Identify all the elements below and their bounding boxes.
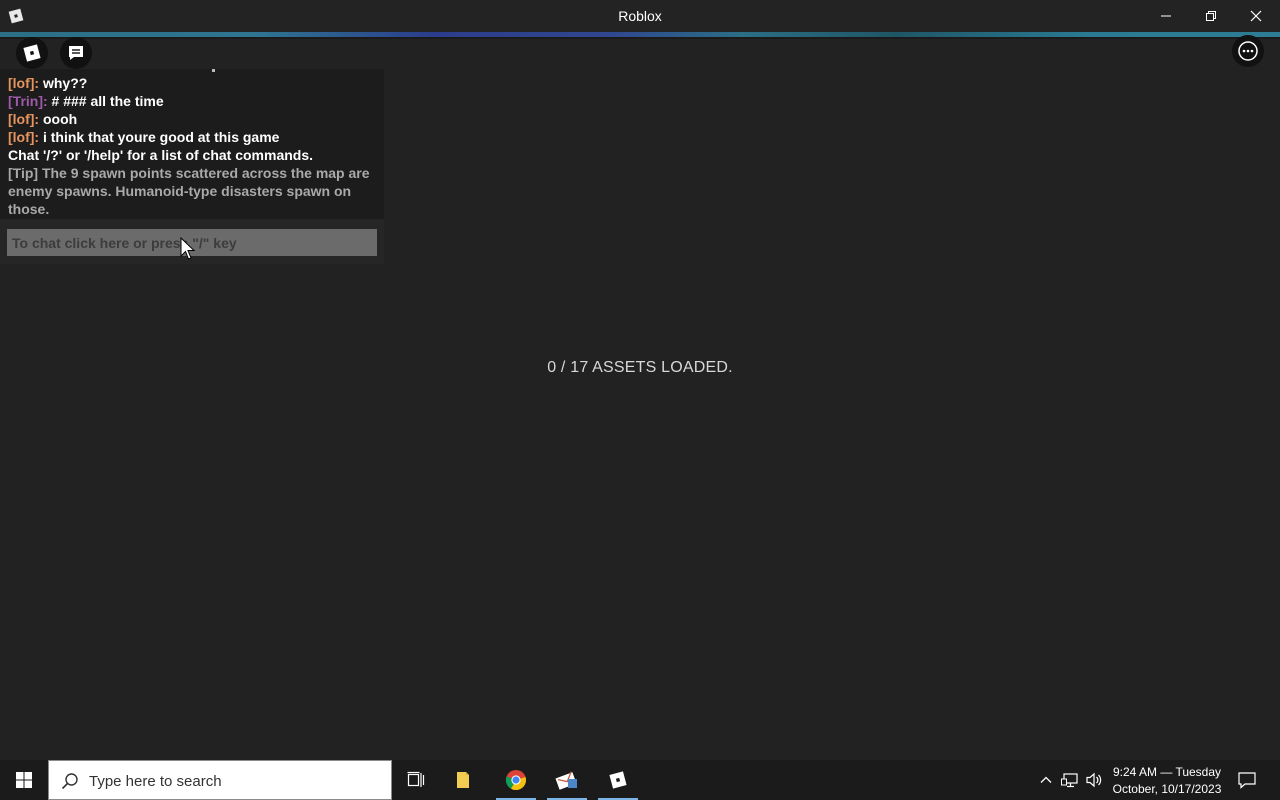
task-view-icon [407,771,425,787]
mouse-cursor-icon [180,236,196,261]
taskbar-search-box[interactable]: Type here to search [48,760,392,800]
windows-start-icon [16,772,32,788]
more-options-button[interactable] [1232,35,1264,67]
clock-time: 9:24 AM — Tuesday [1112,765,1222,779]
roblox-menu-button[interactable] [16,37,48,69]
maximize-icon [1206,11,1216,21]
network-button[interactable] [1060,770,1080,790]
chat-message: [lof]: why?? [8,74,374,92]
chat-toggle-button[interactable] [60,37,92,69]
banner-shadow [0,37,1280,39]
chat-message: [lof]: i think that youre good at this g… [8,128,374,146]
mail-app-icon [555,771,577,790]
volume-button[interactable] [1084,770,1104,790]
volume-icon [1086,772,1102,788]
search-placeholder: Type here to search [89,773,222,790]
minimize-button[interactable] [1143,0,1189,32]
start-button[interactable] [0,760,48,800]
taskbar-clock[interactable]: 9:24 AM — Tuesday October, 10/17/2023 [1108,764,1226,798]
show-hidden-icons-button[interactable] [1036,770,1056,790]
clock-date: October, 10/17/2023 [1112,782,1222,796]
chat-username[interactable]: [Trin]: [8,93,48,109]
minimize-icon [1161,15,1171,17]
mail-app-button[interactable] [544,760,590,800]
window-title: Roblox [618,8,662,24]
chat-username[interactable]: [lof]: [8,75,39,91]
chat-message: [Trin]: # ### all the time [8,92,374,110]
close-button[interactable] [1233,0,1279,32]
chrome-icon [505,770,526,791]
notification-icon [1238,772,1256,789]
chat-text: why?? [42,75,88,91]
chat-text: i think that youre good at this game [42,129,280,145]
roblox-logo-icon [23,44,41,62]
chevron-up-icon [1040,776,1052,783]
tip-message: [Tip] The 9 spawn points scattered acros… [8,165,370,217]
network-icon [1061,773,1078,788]
maximize-button[interactable] [1188,0,1234,32]
roblox-window: Roblox [lof]: why?? [Trin]: # ### all th… [0,0,1280,800]
taskbar: Type here to search 9:24 AM — Tuesday Oc… [0,760,1280,800]
chrome-button[interactable] [493,760,539,800]
loading-status: 0 / 17 ASSETS LOADED. [547,359,733,376]
system-message: Chat '/?' or '/help' for a list of chat … [8,147,314,163]
file-explorer-icon [457,772,469,788]
chat-window: [lof]: why?? [Trin]: # ### all the time … [0,69,384,264]
chat-username[interactable]: [lof]: [8,111,39,127]
roblox-app-icon [609,771,627,789]
chat-text: oooh [42,111,78,127]
task-view-button[interactable] [393,760,439,800]
close-icon [1250,10,1262,22]
title-bar[interactable]: Roblox [0,0,1280,32]
roblox-app-button[interactable] [595,760,641,800]
chat-icon [69,46,83,60]
chat-message: [lof]: oooh [8,110,374,128]
more-icon [1238,41,1258,61]
action-center-button[interactable] [1234,768,1260,792]
search-icon [61,773,78,790]
chat-username[interactable]: [lof]: [8,129,39,145]
chat-text: # ### all the time [51,93,164,109]
clipped-text-fragment [212,69,215,72]
chat-log[interactable]: [lof]: why?? [Trin]: # ### all the time … [0,69,384,219]
file-explorer-button[interactable] [440,760,486,800]
